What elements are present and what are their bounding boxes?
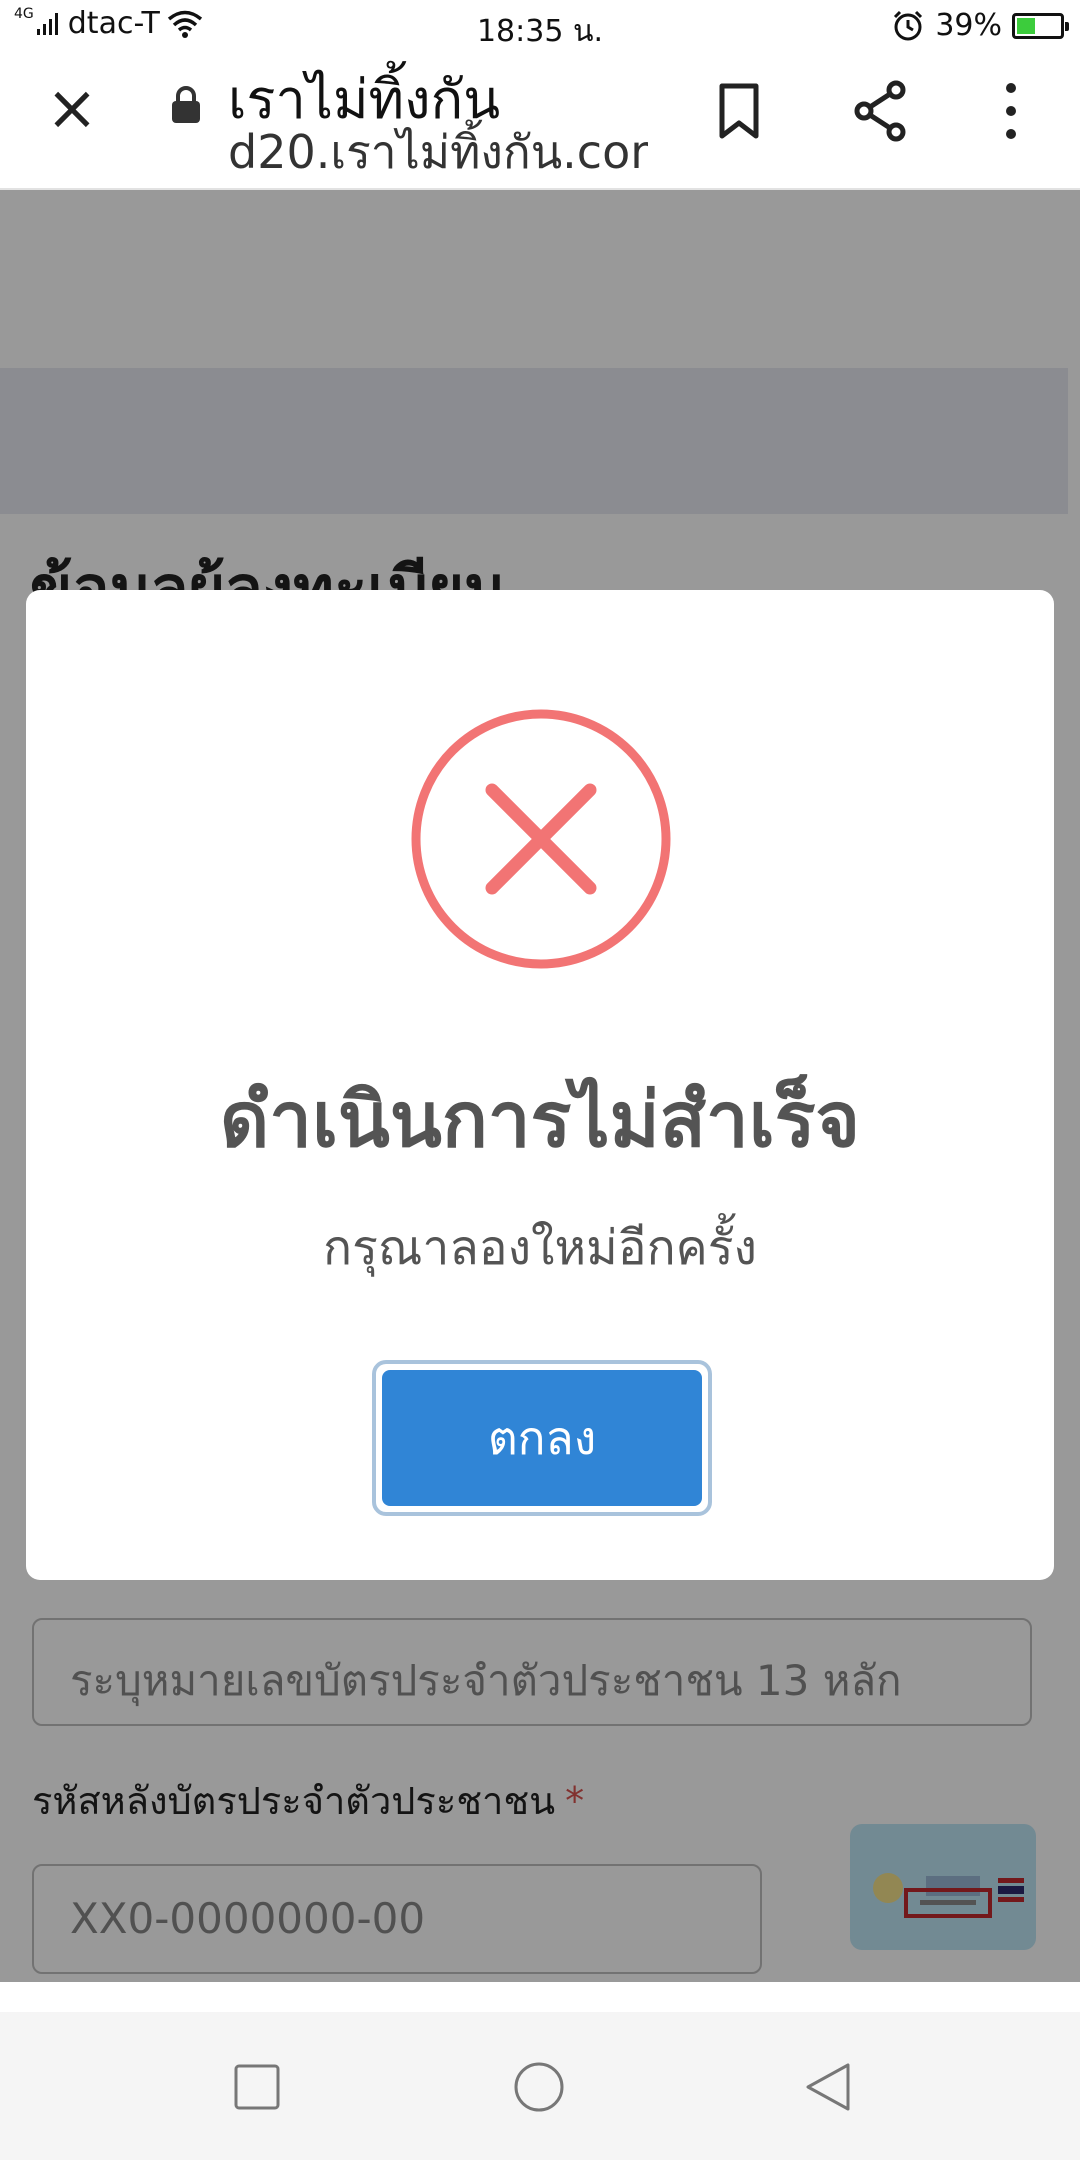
back-icon[interactable] [804, 2062, 854, 2112]
browser-toolbar: × เราไม่ทิ้งกัน d20.เราไม่ทิ้งกัน.com [0, 56, 1080, 190]
status-right: 39% [891, 8, 1069, 43]
more-options-icon[interactable] [976, 76, 1046, 146]
address-bar-url[interactable]: d20.เราไม่ทิ้งกัน.com [228, 116, 648, 189]
dialog-message: กรุณาลองใหม่อีกครั้ง [323, 1220, 757, 1276]
recent-apps-icon[interactable] [232, 2062, 282, 2112]
alarm-icon [894, 10, 923, 40]
share-icon[interactable] [846, 76, 916, 146]
confirm-button-label: ตกลง [382, 1370, 702, 1506]
home-icon[interactable] [514, 2062, 564, 2112]
confirm-button[interactable]: ตกลง [372, 1360, 712, 1516]
lock-icon [172, 86, 200, 123]
error-x-icon [411, 709, 671, 969]
battery-percent: 39% [935, 8, 1002, 43]
bookmark-icon[interactable] [704, 76, 774, 146]
close-icon[interactable]: × [42, 77, 102, 139]
error-dialog: ดำเนินการไม่สำเร็จ กรุณาลองใหม่อีกครั้ง … [26, 590, 1054, 1580]
status-bar: 4G dtac-T 18:35 น. 39% [0, 0, 1080, 56]
dialog-title: ดำเนินการไม่สำเร็จ [219, 1075, 861, 1164]
system-nav-bar [0, 2012, 1080, 2160]
battery-icon [1012, 12, 1069, 39]
